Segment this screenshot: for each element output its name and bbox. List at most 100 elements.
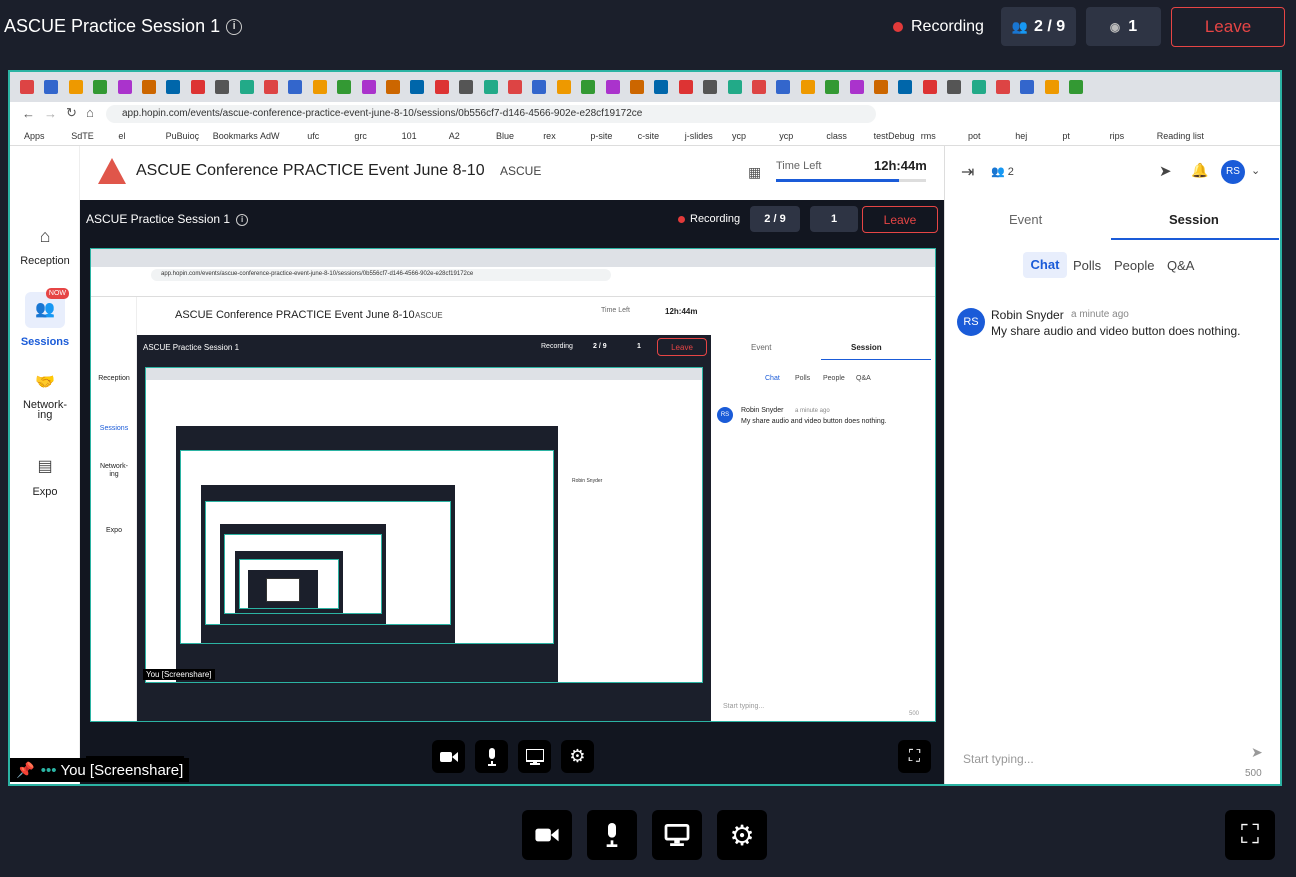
subtab-chat[interactable]: Chat (1023, 252, 1067, 278)
bookmark-item[interactable]: rips (1110, 131, 1125, 141)
share-screen-button[interactable] (652, 810, 702, 860)
fullscreen-button[interactable]: ⛶ (1225, 810, 1275, 860)
calendar-icon[interactable]: ▦ (748, 164, 761, 181)
browser-tab-favicon[interactable] (142, 80, 156, 94)
chevron-down-icon[interactable]: ⌄ (1251, 164, 1260, 177)
browser-tab-favicon[interactable] (337, 80, 352, 94)
browser-tab-favicon[interactable] (1020, 80, 1035, 94)
tab-session[interactable]: Session (1169, 212, 1219, 227)
address-bar[interactable]: app.hopin.com/events/ascue-conference-pr… (106, 105, 876, 123)
browser-tab-favicon[interactable] (874, 80, 888, 94)
browser-tab-favicon[interactable] (703, 80, 718, 94)
bookmark-item[interactable]: p-site (590, 131, 612, 141)
browser-tab-favicon[interactable] (605, 80, 620, 94)
bookmark-item[interactable]: grc (354, 131, 367, 141)
forward-icon[interactable]: → (44, 106, 57, 121)
subtab-people[interactable]: People (1114, 258, 1154, 273)
browser-tab-favicon[interactable] (215, 80, 230, 94)
settings-button[interactable]: ⚙ (561, 740, 594, 773)
bookmark-item[interactable]: SdTE (71, 131, 94, 141)
bookmark-item[interactable]: rms (921, 131, 936, 141)
share-screen-button[interactable] (518, 740, 551, 773)
browser-tab-favicon[interactable] (654, 80, 669, 94)
collapse-panel-icon[interactable]: ⇥ (961, 162, 974, 182)
browser-tab-favicon[interactable] (630, 80, 644, 94)
browser-tab-favicon[interactable] (264, 80, 278, 94)
browser-tab-favicon[interactable] (996, 80, 1010, 94)
browser-tab-favicon[interactable] (166, 80, 181, 94)
sidebar-item-sessions[interactable]: 👥 NOW Sessions (10, 288, 80, 348)
subtab-polls[interactable]: Polls (1073, 258, 1101, 273)
settings-button[interactable]: ⚙ (717, 810, 767, 860)
bookmark-item[interactable]: pt (1062, 131, 1070, 141)
bookmark-item[interactable]: A2 (449, 131, 460, 141)
camera-button[interactable] (522, 810, 572, 860)
browser-tab-favicon[interactable] (459, 80, 474, 94)
browser-tab-favicon[interactable] (678, 80, 693, 94)
browser-tab-favicon[interactable] (386, 80, 400, 94)
bookmark-item[interactable]: Bookmarks (213, 131, 258, 141)
browser-tab-favicon[interactable] (776, 80, 791, 94)
attendees-count-button[interactable]: 2 / 9 (750, 206, 800, 232)
mic-button[interactable] (475, 740, 508, 773)
browser-tab-favicon[interactable] (947, 80, 962, 94)
browser-tab-favicon[interactable] (361, 80, 376, 94)
bell-icon[interactable]: 🔔 (1191, 162, 1208, 179)
bookmark-item[interactable]: testDebug (874, 131, 915, 141)
bookmark-item[interactable]: ufc (307, 131, 319, 141)
browser-tab-favicon[interactable] (825, 80, 840, 94)
browser-tab-favicon[interactable] (68, 80, 83, 94)
browser-tab-favicon[interactable] (190, 80, 205, 94)
back-icon[interactable]: ← (22, 106, 35, 121)
sidebar-item-reception[interactable]: ⌂ Reception (10, 226, 80, 267)
browser-tab-favicon[interactable] (117, 80, 132, 94)
browser-tab-favicon[interactable] (288, 80, 303, 94)
bookmark-item[interactable]: el (118, 131, 125, 141)
browser-tab-favicon[interactable] (971, 80, 986, 94)
bookmark-item[interactable]: rex (543, 131, 556, 141)
bookmark-item[interactable]: Reading list (1157, 131, 1204, 141)
bookmark-item[interactable]: hej (1015, 131, 1027, 141)
bookmark-item[interactable]: j-slides (685, 131, 713, 141)
tab-event[interactable]: Event (1009, 212, 1042, 227)
bookmark-item[interactable]: Apps (24, 131, 45, 141)
more-icon[interactable]: ••• (41, 762, 57, 779)
viewers-count-button[interactable]: 1 (810, 206, 858, 232)
browser-tab-favicon[interactable] (556, 80, 571, 94)
bookmark-item[interactable]: PuBuioç (166, 131, 200, 141)
bookmark-item[interactable]: class (826, 131, 847, 141)
viewers-count-button[interactable]: ◉ 1 (1086, 7, 1161, 46)
browser-tab-favicon[interactable] (312, 80, 327, 94)
bookmark-item[interactable]: pot (968, 131, 981, 141)
browser-tab-favicon[interactable] (800, 80, 815, 94)
browser-tab-favicon[interactable] (532, 80, 547, 94)
bookmark-item[interactable]: Blue (496, 131, 514, 141)
browser-tab-favicon[interactable] (1044, 80, 1059, 94)
bookmark-item[interactable]: c-site (638, 131, 660, 141)
browser-tab-favicon[interactable] (849, 80, 864, 94)
send-icon[interactable]: ➤ (1159, 162, 1172, 180)
browser-tab-favicon[interactable] (44, 80, 59, 94)
browser-tab-favicon[interactable] (483, 80, 498, 94)
sidebar-item-expo[interactable]: ▤ Expo (10, 456, 80, 498)
info-icon[interactable]: i (236, 213, 249, 226)
browser-tab-favicon[interactable] (508, 80, 522, 94)
browser-tab-favicon[interactable] (581, 80, 596, 94)
browser-tab-favicon[interactable] (239, 80, 254, 94)
pin-icon[interactable]: 📌 (16, 762, 35, 779)
browser-tab-favicon[interactable] (922, 80, 937, 94)
bookmark-item[interactable]: ycp (779, 131, 793, 141)
subtab-qa[interactable]: Q&A (1167, 258, 1194, 273)
attendees-count-button[interactable]: 👥 2 / 9 (1001, 7, 1076, 46)
home-icon[interactable]: ⌂ (86, 105, 94, 120)
info-icon[interactable]: i (226, 19, 243, 36)
browser-tab-favicon[interactable] (1069, 80, 1084, 94)
chat-input[interactable]: Start typing... (963, 752, 1034, 766)
browser-tab-favicon[interactable] (727, 80, 742, 94)
avatar[interactable]: RS (1221, 160, 1245, 184)
mic-button[interactable] (587, 810, 637, 860)
browser-tab-favicon[interactable] (20, 80, 34, 94)
fullscreen-button[interactable]: ⛶ (898, 740, 931, 773)
browser-tab-favicon[interactable] (93, 80, 108, 94)
browser-tab-favicon[interactable] (410, 80, 425, 94)
